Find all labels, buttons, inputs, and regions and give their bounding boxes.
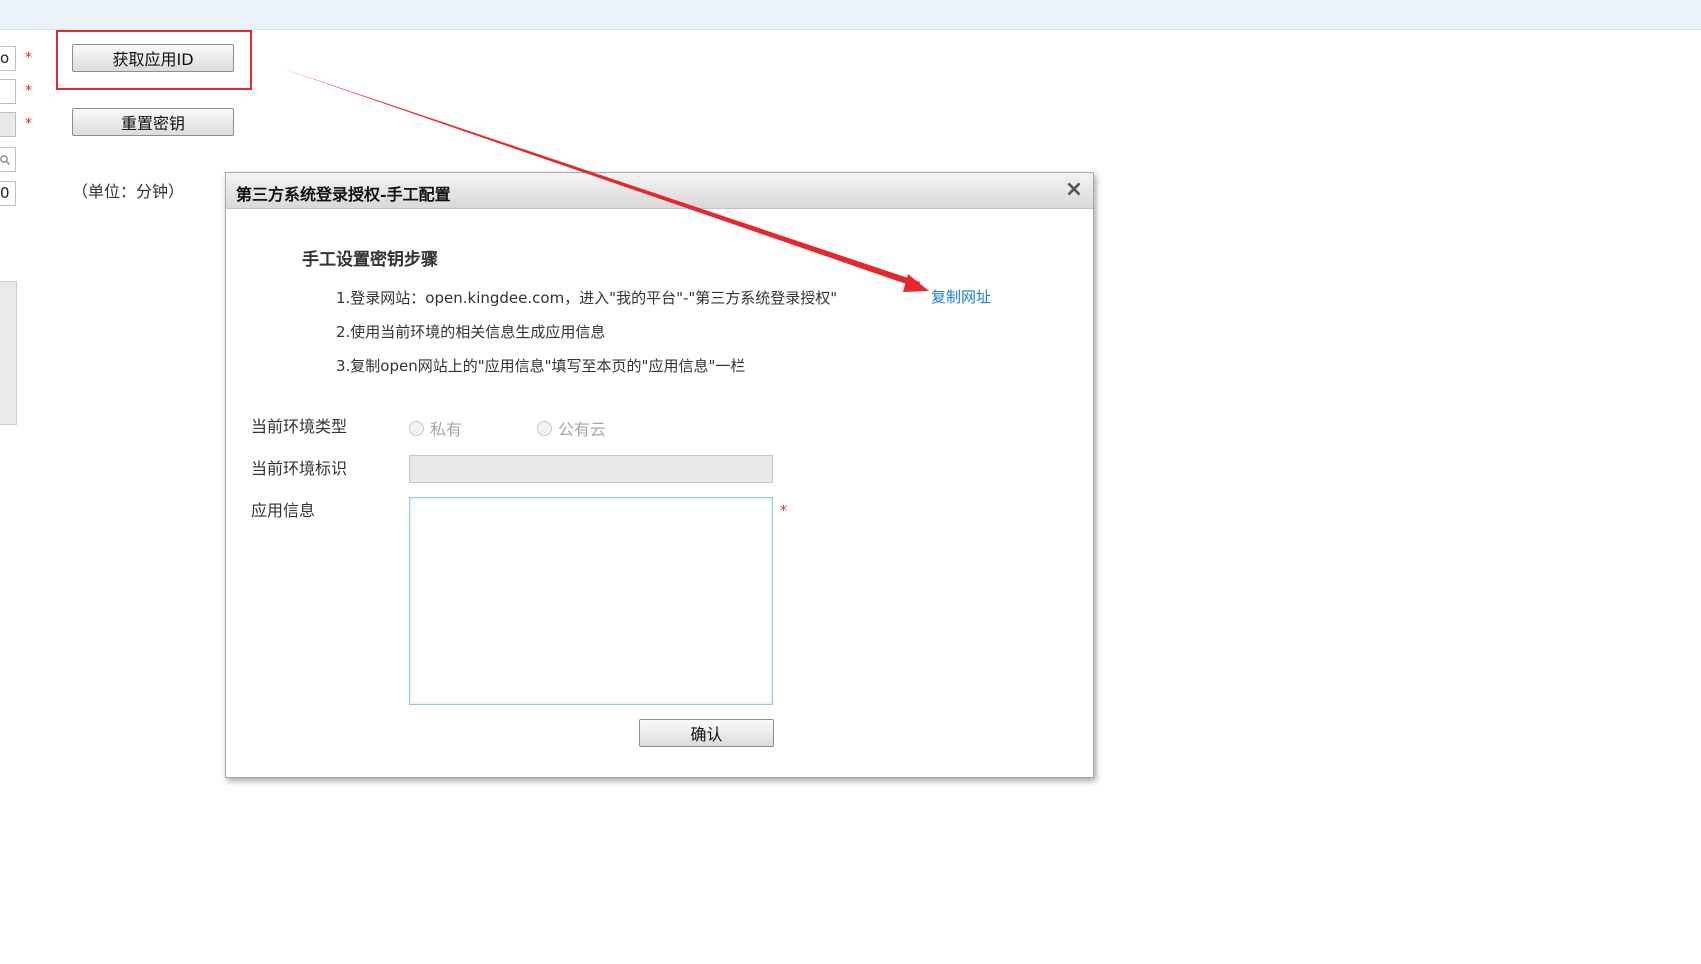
step-3: 3.复制open网站上的"应用信息"填写至本页的"应用信息"一栏 xyxy=(336,357,746,375)
reset-secret-button[interactable]: 重置密钥 xyxy=(72,108,234,136)
radio-public-cloud-label: 公有云 xyxy=(558,420,607,439)
steps-heading: 手工设置密钥步骤 xyxy=(302,250,438,270)
confirm-button[interactable]: 确认 xyxy=(639,719,774,747)
close-icon[interactable]: × xyxy=(1063,179,1085,201)
app-info-textarea[interactable] xyxy=(409,497,773,705)
step-1: 1.登录网站：open.kingdee.com，进入"我的平台"-"第三方系统登… xyxy=(336,289,838,307)
step-2: 2.使用当前环境的相关信息生成应用信息 xyxy=(336,323,606,341)
required-mark: * xyxy=(25,50,32,66)
radio-circle-icon[interactable] xyxy=(537,420,552,436)
left-panel-stub xyxy=(0,281,17,425)
field-stub-5[interactable]: 0 xyxy=(0,181,16,206)
search-icon[interactable] xyxy=(0,154,12,166)
annotation-highlight-box xyxy=(56,30,252,90)
field-stub-3 xyxy=(0,112,16,137)
search-field-stub[interactable] xyxy=(0,147,16,172)
radio-public-cloud[interactable]: 公有云 xyxy=(537,416,606,440)
radio-circle-icon[interactable] xyxy=(409,420,424,436)
required-mark: * xyxy=(25,116,32,132)
required-mark: * xyxy=(780,503,787,519)
dialog-header: 第三方系统登录授权-手工配置 × xyxy=(226,173,1093,209)
env-type-label: 当前环境类型 xyxy=(251,417,348,436)
field-stub-1[interactable]: o xyxy=(0,46,16,71)
manual-config-dialog: 第三方系统登录授权-手工配置 × 手工设置密钥步骤 1.登录网站：open.ki… xyxy=(225,172,1094,778)
top-bar xyxy=(0,0,1701,30)
app-info-label: 应用信息 xyxy=(251,501,316,520)
env-id-label: 当前环境标识 xyxy=(251,459,348,478)
field-stub-2[interactable] xyxy=(0,79,16,104)
env-id-field xyxy=(409,455,773,483)
dialog-title: 第三方系统登录授权-手工配置 xyxy=(236,185,451,204)
unit-label: （单位：分钟） xyxy=(72,182,185,201)
radio-private[interactable]: 私有 xyxy=(409,416,462,440)
required-mark: * xyxy=(25,83,32,99)
copy-url-link[interactable]: 复制网址 xyxy=(931,286,991,307)
radio-private-label: 私有 xyxy=(430,420,463,439)
